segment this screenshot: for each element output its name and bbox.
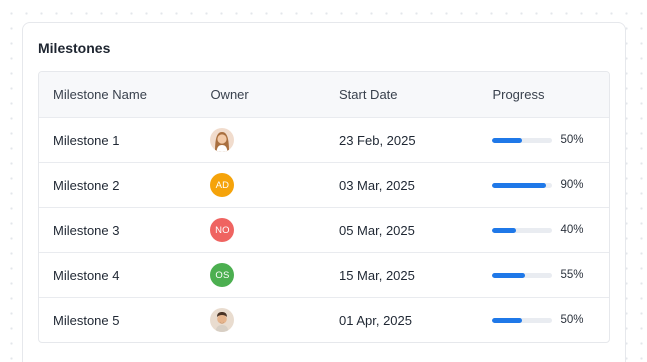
progress-cell: 40% — [476, 224, 609, 236]
progress-bar — [492, 182, 553, 188]
table-row[interactable]: Milestone 5 01 Apr, 2025 50% — [39, 297, 609, 342]
milestones-table: Milestone Name Owner Start Date Progress… — [38, 71, 610, 343]
avatar-initials: OS — [210, 263, 235, 287]
header-milestone-name: Milestone Name — [53, 87, 147, 102]
progress-bar-fill — [492, 317, 523, 323]
avatar — [210, 128, 235, 152]
table-header: Milestone Name Owner Start Date Progress — [39, 72, 609, 117]
milestone-name: Milestone 2 — [53, 177, 120, 193]
start-date: 05 Mar, 2025 — [338, 222, 415, 238]
header-start-date: Start Date — [338, 87, 398, 102]
owner-cell — [196, 308, 325, 332]
progress-percent: 55% — [560, 269, 584, 281]
start-date: 15 Mar, 2025 — [338, 267, 415, 283]
owner-cell: OS — [196, 263, 325, 287]
start-date: 23 Feb, 2025 — [338, 132, 416, 148]
person-photo-man-icon — [210, 308, 235, 332]
milestones-card: Milestones Milestone Name Owner Start Da… — [22, 22, 626, 362]
milestone-name: Milestone 4 — [53, 267, 120, 283]
avatar — [210, 308, 235, 332]
progress-cell: 55% — [476, 269, 609, 281]
progress-bar — [492, 227, 553, 233]
owner-cell — [196, 128, 325, 152]
start-date: 01 Apr, 2025 — [338, 312, 412, 328]
avatar-initials: NO — [210, 218, 235, 242]
progress-bar — [492, 317, 553, 323]
progress-bar-fill — [492, 182, 547, 188]
avatar-initials: AD — [210, 173, 235, 197]
table-row[interactable]: Milestone 2 AD 03 Mar, 2025 90% — [39, 162, 609, 207]
progress-cell: 90% — [476, 179, 609, 191]
owner-cell: NO — [196, 218, 325, 242]
person-photo-woman-icon — [210, 128, 235, 152]
header-owner: Owner — [210, 87, 249, 102]
progress-percent: 50% — [560, 314, 584, 326]
progress-bar-fill — [492, 227, 517, 233]
milestone-name: Milestone 5 — [53, 312, 120, 328]
progress-cell: 50% — [476, 314, 609, 326]
progress-percent: 90% — [560, 179, 584, 191]
table-row[interactable]: Milestone 3 NO 05 Mar, 2025 40% — [39, 207, 609, 252]
progress-bar-fill — [492, 272, 526, 278]
header-progress: Progress — [492, 87, 545, 102]
progress-percent: 50% — [560, 134, 584, 146]
start-date: 03 Mar, 2025 — [338, 177, 415, 193]
table-row[interactable]: Milestone 4 OS 15 Mar, 2025 55% — [39, 252, 609, 297]
progress-percent: 40% — [560, 224, 584, 236]
milestone-name: Milestone 3 — [53, 222, 120, 238]
table-row[interactable]: Milestone 1 23 Feb, 2025 50% — [39, 117, 609, 162]
progress-bar — [492, 137, 553, 143]
progress-cell: 50% — [476, 134, 609, 146]
progress-bar-fill — [492, 137, 523, 143]
progress-bar — [492, 272, 553, 278]
card-title: Milestones — [38, 40, 111, 56]
milestone-name: Milestone 1 — [53, 132, 120, 148]
owner-cell: AD — [196, 173, 325, 197]
